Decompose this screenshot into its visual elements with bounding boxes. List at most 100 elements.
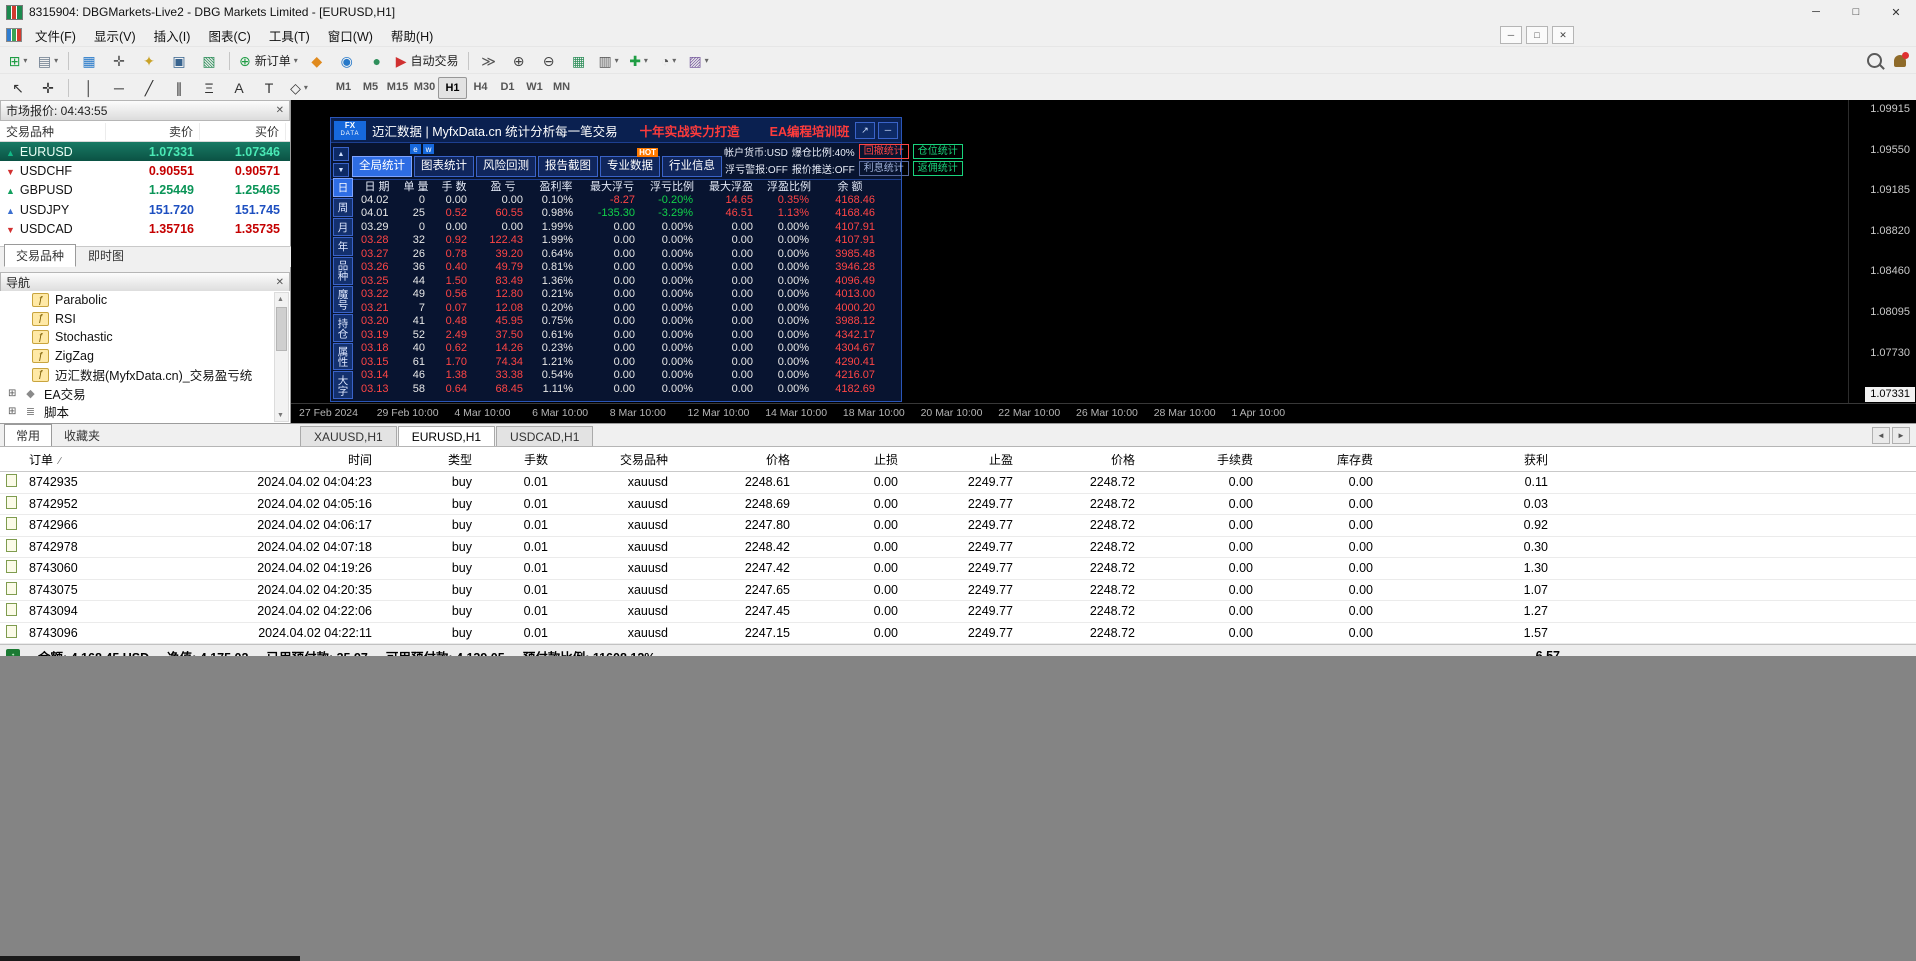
child-minimize-button[interactable]: ─ [1500,26,1522,44]
market-row-usdcad[interactable]: ▼ USDCAD 1.35716 1.35735 [0,219,290,239]
timeframe-h1-button[interactable]: H1 [438,76,467,99]
terminal-column-12[interactable]: 获利 [1381,451,1556,468]
terminal-column-3[interactable]: 类型 [380,451,480,468]
order-row[interactable]: 8742966 2024.04.02 04:06:17 buy 0.01 xauusd 2… [0,515,1916,537]
expand-icon[interactable]: ⊞ [8,388,21,399]
navigator-item-5[interactable]: ƒ 迈汇数据(MyfxData.cn)_交易盈亏统 [0,365,290,384]
ea-side-tab-8[interactable]: 属性 [333,342,353,371]
drawdown-stats-button[interactable]: 回撤统计 [858,144,909,159]
chart-area[interactable]: 1.09915 1.09550 1.09185 1.08820 1.08460 1.080… [291,100,1916,423]
navigator-tab-2[interactable]: 收藏夹 [52,424,112,447]
timeframe-mn-button[interactable]: MN [548,77,575,97]
label-tool-button[interactable]: T [255,77,283,99]
market-watch-tab-1[interactable]: 交易品种 [4,244,77,267]
child-close-button[interactable]: ✕ [1552,26,1574,44]
order-row[interactable]: 8742952 2024.04.02 04:05:16 buy 0.01 xauusd 2… [0,494,1916,515]
metaeditor-button[interactable]: ◆ [303,50,331,72]
minimize-button[interactable]: ─ [1796,0,1836,24]
market-watch-tab-2[interactable]: 即时图 [76,244,136,267]
market-watch-toggle-button[interactable]: ▦ [75,50,103,72]
expand-icon[interactable]: ⊞ [8,406,21,417]
crosshair-tool-button[interactable]: ✛ [34,77,62,99]
menu-item-4[interactable]: 图表(C) [199,24,259,47]
panel-expand-button[interactable]: ↗ [855,121,875,139]
market-row-usdchf[interactable]: ▼ USDCHF 0.90551 0.90571 [0,161,290,181]
order-row[interactable]: 8742978 2024.04.02 04:07:18 buy 0.01 xauusd 2… [0,537,1916,558]
market-row-usdjpy[interactable]: ▲ USDJPY 151.720 151.745 [0,200,290,220]
ea-tab-1[interactable]: 全局统计 [352,156,412,177]
ea-scroll-down-button[interactable]: ▼ [333,163,349,177]
ea-tab-5[interactable]: 专业数据 HOT [600,148,660,177]
navigator-item-2[interactable]: ƒ RSI [0,310,290,329]
tile-windows-button[interactable]: ▦ [565,50,593,72]
child-restore-button[interactable]: □ [1526,26,1548,44]
ea-scroll-up-button[interactable]: ▲ [333,147,349,161]
navigator-item-7[interactable]: ⊞ ≣ 脚本 [0,403,290,422]
navigator-item-3[interactable]: ƒ Stochastic [0,328,290,347]
panel-mini-icon-w[interactable]: w [423,144,434,154]
terminal-toggle-button[interactable]: ▣ [165,50,193,72]
ea-side-tab-1[interactable]: 日 [333,178,353,197]
timeframe-m30-button[interactable]: M30 [411,77,438,97]
chart-tab-usdcad-h1[interactable]: USDCAD,H1 [496,426,594,447]
menu-item-2[interactable]: 显示(V) [85,24,145,47]
scrollbar-thumb[interactable] [276,307,287,351]
terminal-column-10[interactable]: 手续费 [1143,451,1261,468]
navigator-item-4[interactable]: ƒ ZigZag [0,347,290,366]
navigator-item-1[interactable]: ƒ Parabolic [0,291,290,310]
order-row[interactable]: 8743075 2024.04.02 04:20:35 buy 0.01 xauusd 2… [0,580,1916,601]
interest-stats-button[interactable]: 利息统计 [858,161,909,176]
add-indicator-button[interactable]: ✚ ▾ [625,50,653,72]
panel-mini-icon-e[interactable]: e [410,144,421,154]
new-order-button[interactable]: ⊕ 新订单 ▾ [236,50,301,72]
notification-bell-icon[interactable] [1894,51,1909,67]
ea-side-tab-7[interactable]: 持仓 [333,314,353,342]
close-icon[interactable]: ✕ [276,277,284,288]
timeframe-w1-button[interactable]: W1 [521,77,548,97]
rebate-stats-button[interactable]: 返佣统计 [912,161,963,176]
strategy-tester-button[interactable]: ▧ [195,50,223,72]
terminal-column-11[interactable]: 库存费 [1261,451,1381,468]
chart-tab-xauusd-h1[interactable]: XAUUSD,H1 [300,426,397,447]
menu-item-5[interactable]: 工具(T) [260,24,319,47]
periods-button[interactable]: ◔ ▾ [655,50,683,72]
ea-side-tab-6[interactable]: 魔号 [333,285,353,314]
ea-side-tab-9[interactable]: 大字 [333,371,353,400]
order-row[interactable]: 8743094 2024.04.02 04:22:06 buy 0.01 xauusd 2… [0,601,1916,623]
zoom-out-button[interactable]: ⊖ [535,50,563,72]
navigator-scrollbar[interactable]: ▲ ▼ [274,292,289,422]
arrange-charts-button[interactable]: ▥ ▾ [595,50,623,72]
chart-tab-eurusd-h1[interactable]: EURUSD,H1 [397,426,496,447]
cursor-tool-button[interactable]: ↖ [4,77,32,99]
menu-item-6[interactable]: 窗口(W) [319,24,382,47]
templates-button[interactable]: ▨ ▾ [685,50,713,72]
webtrader-button[interactable]: ● [363,50,391,72]
menu-item-7[interactable]: 帮助(H) [382,24,442,47]
zoom-in-button[interactable]: ⊕ [505,50,533,72]
fibonacci-tool-button[interactable]: Ξ [195,77,223,99]
ea-training-link[interactable]: EA编程培训班 [770,121,850,140]
ea-side-tab-4[interactable]: 年 [333,237,353,256]
terminal-column-7[interactable]: 止损 [798,451,906,468]
ea-panel-header[interactable]: FX DATA 迈汇数据 | MyfxData.cn 统计分析每一笔交易 十年实… [331,118,901,143]
navigator-item-6[interactable]: ⊞ ◆ EA交易 [0,384,290,403]
position-stats-button[interactable]: 仓位统计 [912,144,963,159]
terminal-column-1[interactable]: 订单 ∕ [26,451,230,468]
ea-side-tab-2[interactable]: 周 [333,197,353,217]
tab-scroll-right-icon[interactable]: ► [1892,427,1910,444]
shapes-tool-button[interactable]: ◇ ▾ [285,77,313,99]
terminal-column-2[interactable]: 时间 [230,451,380,468]
market-row-gbpusd[interactable]: ▲ GBPUSD 1.25449 1.25465 [0,180,290,201]
market-row-eurusd[interactable]: ▲ EURUSD 1.07331 1.07346 [0,142,290,162]
vertical-line-tool-button[interactable]: │ [75,77,103,99]
order-row[interactable]: 8743096 2024.04.02 04:22:11 buy 0.01 xauusd 2… [0,623,1916,644]
ea-tab-4[interactable]: 报告截图 [538,156,598,177]
ea-side-tab-3[interactable]: 月 [333,217,353,237]
close-icon[interactable]: ✕ [276,105,284,116]
ea-tab-2[interactable]: 图表统计 [414,156,474,177]
profiles-button[interactable]: ▤ ▾ [34,50,62,72]
timeframe-h4-button[interactable]: H4 [467,77,494,97]
data-window-toggle-button[interactable]: ✛ [105,50,133,72]
timeframe-d1-button[interactable]: D1 [494,77,521,97]
timeframe-m1-button[interactable]: M1 [330,77,357,97]
